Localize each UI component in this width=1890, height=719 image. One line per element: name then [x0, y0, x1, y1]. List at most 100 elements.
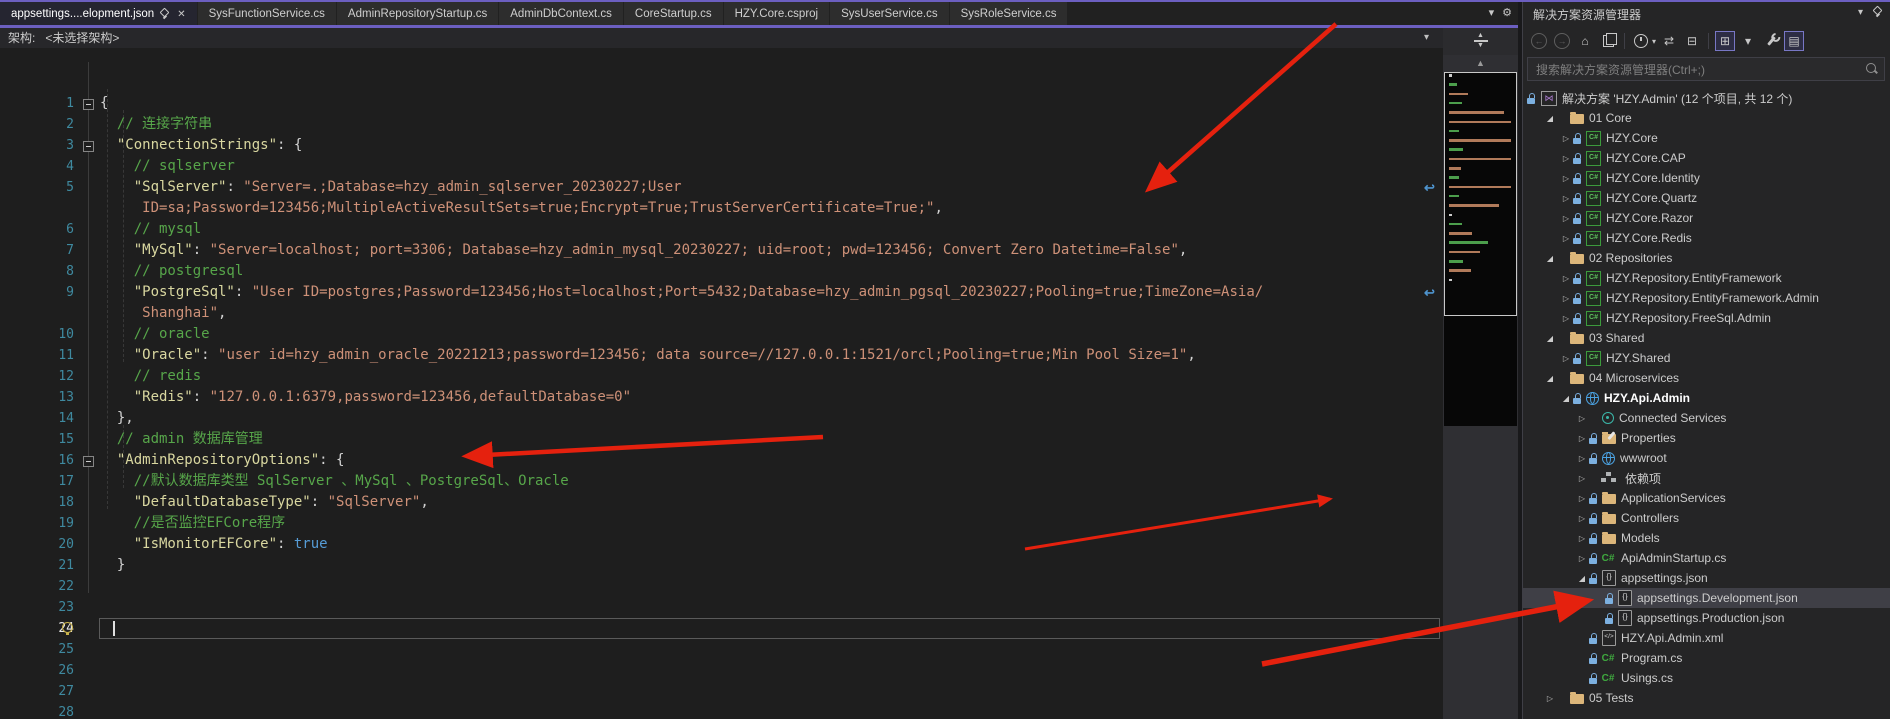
tab-corestartup-cs[interactable]: CoreStartup.cs [624, 2, 723, 26]
pin-icon[interactable] [160, 9, 169, 19]
show-all-files-icon[interactable]: ⊞ [1715, 31, 1735, 51]
chevron-collapsed-icon[interactable]: ▷ [1559, 194, 1573, 203]
tree-item-connected-services[interactable]: ▷Connected Services [1523, 408, 1890, 428]
chevron-collapsed-icon[interactable]: ▷ [1559, 154, 1573, 163]
tree-item-hzy-api-admin[interactable]: ◢HZY.Api.Admin [1523, 388, 1890, 408]
switch-views-icon[interactable] [1598, 31, 1618, 51]
code-line: //是否监控EFCore程序 [100, 513, 285, 534]
home-icon[interactable]: ⌂ [1575, 31, 1595, 51]
chevron-collapsed-icon[interactable]: ▷ [1559, 294, 1573, 303]
collapse-all-icon[interactable]: ⊟ [1682, 31, 1702, 51]
tree-item-hzy-repository-entityframework[interactable]: ▷C#HZY.Repository.EntityFramework [1523, 268, 1890, 288]
tab-overflow-chevron-icon[interactable]: ▾ [1489, 6, 1495, 19]
search-input[interactable]: 搜索解决方案资源管理器(Ctrl+;) [1527, 57, 1885, 81]
tree-item-[interactable]: ▷依赖项 [1523, 468, 1890, 488]
tree-item-properties[interactable]: ▷Properties [1523, 428, 1890, 448]
tree-item-appsettings-development-json[interactable]: {}appsettings.Development.json [1523, 588, 1890, 608]
tree-item-hzy-admin-12-12[interactable]: ⋈解决方案 'HZY.Admin' (12 个项目, 共 12 个) [1523, 88, 1890, 108]
editor-split-handle[interactable]: ▲▼ [1443, 27, 1518, 55]
chevron-collapsed-icon[interactable]: ▷ [1575, 414, 1589, 423]
chevron-down-icon[interactable]: ▾ [1424, 32, 1429, 43]
tree-item-02-repositories[interactable]: ◢02 Repositories [1523, 248, 1890, 268]
chevron-collapsed-icon[interactable]: ▷ [1559, 174, 1573, 183]
tree-item-hzy-core-razor[interactable]: ▷C#HZY.Core.Razor [1523, 208, 1890, 228]
chevron-collapsed-icon[interactable]: ▷ [1559, 314, 1573, 323]
tab-sysuserservice-cs[interactable]: SysUserService.cs [830, 2, 949, 26]
code-segment: , [1187, 347, 1195, 363]
fold-collapse-icon[interactable] [83, 141, 94, 152]
sync-with-active-document-icon[interactable]: ⇄ [1659, 31, 1679, 51]
tree-item-hzy-repository-entityframework-admin[interactable]: ▷C#HZY.Repository.EntityFramework.Admin [1523, 288, 1890, 308]
tree-item-appsettings-json[interactable]: ◢{}appsettings.json [1523, 568, 1890, 588]
tree-item-hzy-core-cap[interactable]: ▷C#HZY.Core.CAP [1523, 148, 1890, 168]
chevron-collapsed-icon[interactable]: ▷ [1575, 474, 1589, 483]
gear-icon[interactable]: ⚙ [1502, 6, 1512, 19]
chevron-down-icon[interactable]: ▾ [1652, 37, 1656, 46]
tab-sysroleservice-cs[interactable]: SysRoleService.cs [950, 2, 1068, 26]
tree-item-hzy-core-quartz[interactable]: ▷C#HZY.Core.Quartz [1523, 188, 1890, 208]
code-segment: }, [100, 410, 134, 426]
tree-item-apiadminstartup-cs[interactable]: ▷C#ApiAdminStartup.cs [1523, 548, 1890, 568]
tree-item-hzy-api-admin-xml[interactable]: </>HZY.Api.Admin.xml [1523, 628, 1890, 648]
tree-item-models[interactable]: ▷Models [1523, 528, 1890, 548]
tree-item-program-cs[interactable]: C#Program.cs [1523, 648, 1890, 668]
chevron-collapsed-icon[interactable]: ▷ [1559, 274, 1573, 283]
tree-item-hzy-shared[interactable]: ▷C#HZY.Shared [1523, 348, 1890, 368]
chevron-collapsed-icon[interactable]: ▷ [1575, 434, 1589, 443]
chevron-expanded-icon[interactable]: ◢ [1543, 334, 1557, 343]
tree-item-03-shared[interactable]: ◢03 Shared [1523, 328, 1890, 348]
tree-item-hzy-repository-freesql-admin[interactable]: ▷C#HZY.Repository.FreeSql.Admin [1523, 308, 1890, 328]
tree-item-applicationservices[interactable]: ▷ApplicationServices [1523, 488, 1890, 508]
chevron-down-icon[interactable]: ▾ [1858, 7, 1863, 18]
nav-back-icon[interactable]: ← [1529, 31, 1549, 51]
chevron-collapsed-icon[interactable]: ▷ [1575, 514, 1589, 523]
pin-icon[interactable] [1873, 7, 1882, 17]
tree-item-hzy-core-identity[interactable]: ▷C#HZY.Core.Identity [1523, 168, 1890, 188]
chevron-expanded-icon[interactable]: ◢ [1543, 254, 1557, 263]
chevron-collapsed-icon[interactable]: ▷ [1575, 494, 1589, 503]
architecture-dropdown[interactable]: <未选择架构> [45, 29, 119, 46]
preview-selected-items-icon[interactable]: ▤ [1784, 31, 1804, 51]
lightbulb-icon[interactable] [62, 622, 73, 633]
tree-item-hzy-core-redis[interactable]: ▷C#HZY.Core.Redis [1523, 228, 1890, 248]
chevron-expanded-icon[interactable]: ◢ [1543, 114, 1557, 123]
tab-adminrepositorystartup-cs[interactable]: AdminRepositoryStartup.cs [337, 2, 498, 26]
tree-item-usings-cs[interactable]: C#Usings.cs [1523, 668, 1890, 688]
tab-admindbcontext-cs[interactable]: AdminDbContext.cs [499, 2, 623, 26]
code-segment: true [294, 536, 328, 552]
chevron-expanded-icon[interactable]: ◢ [1543, 374, 1557, 383]
pending-changes-filter-icon[interactable] [1631, 31, 1651, 51]
tree-item-hzy-core[interactable]: ▷C#HZY.Core [1523, 128, 1890, 148]
fold-collapse-icon[interactable] [83, 99, 94, 110]
tab-sysfunctionservice-cs[interactable]: SysFunctionService.cs [198, 2, 336, 26]
chevron-collapsed-icon[interactable]: ▷ [1559, 234, 1573, 243]
chevron-collapsed-icon[interactable]: ▷ [1575, 554, 1589, 563]
chevron-collapsed-icon[interactable]: ▷ [1559, 354, 1573, 363]
chevron-down-icon[interactable]: ▾ [1738, 31, 1758, 51]
close-icon[interactable]: ✕ [177, 9, 185, 20]
icon-spacer [1589, 413, 1598, 424]
code-editor[interactable]: 1{2 // 连接字符串3 "ConnectionStrings": {4 //… [0, 48, 1443, 719]
properties-icon[interactable] [1761, 31, 1781, 51]
tree-item-04-microservices[interactable]: ◢04 Microservices [1523, 368, 1890, 388]
nav-forward-icon[interactable]: → [1552, 31, 1572, 51]
code-line: // 连接字符串 [100, 114, 212, 135]
chevron-collapsed-icon[interactable]: ▷ [1575, 454, 1589, 463]
scroll-up-arrow-icon[interactable]: ▲ [1443, 58, 1518, 68]
chevron-collapsed-icon[interactable]: ▷ [1559, 214, 1573, 223]
tab-hzy-core-csproj[interactable]: HZY.Core.csproj [724, 2, 830, 26]
tab-appsettings-elopment-json[interactable]: appsettings....elopment.json✕ [0, 2, 197, 26]
tree-item-wwwroot[interactable]: ▷wwwroot [1523, 448, 1890, 468]
chevron-collapsed-icon[interactable]: ▷ [1575, 534, 1589, 543]
tree-item-controllers[interactable]: ▷Controllers [1523, 508, 1890, 528]
tree-item-appsettings-production-json[interactable]: {}appsettings.Production.json [1523, 608, 1890, 628]
fold-collapse-icon[interactable] [83, 456, 94, 467]
chevron-collapsed-icon[interactable]: ▷ [1559, 134, 1573, 143]
tree-item-01-core[interactable]: ◢01 Core [1523, 108, 1890, 128]
chevron-collapsed-icon[interactable]: ▷ [1543, 694, 1557, 703]
chevron-expanded-icon[interactable]: ◢ [1559, 394, 1573, 403]
tree-item-05-tests[interactable]: ▷05 Tests [1523, 688, 1890, 708]
minimap-mark [1449, 148, 1463, 151]
chevron-expanded-icon[interactable]: ◢ [1575, 574, 1589, 583]
scrollbar-map[interactable]: ▲▼ ▲ [1443, 27, 1518, 719]
